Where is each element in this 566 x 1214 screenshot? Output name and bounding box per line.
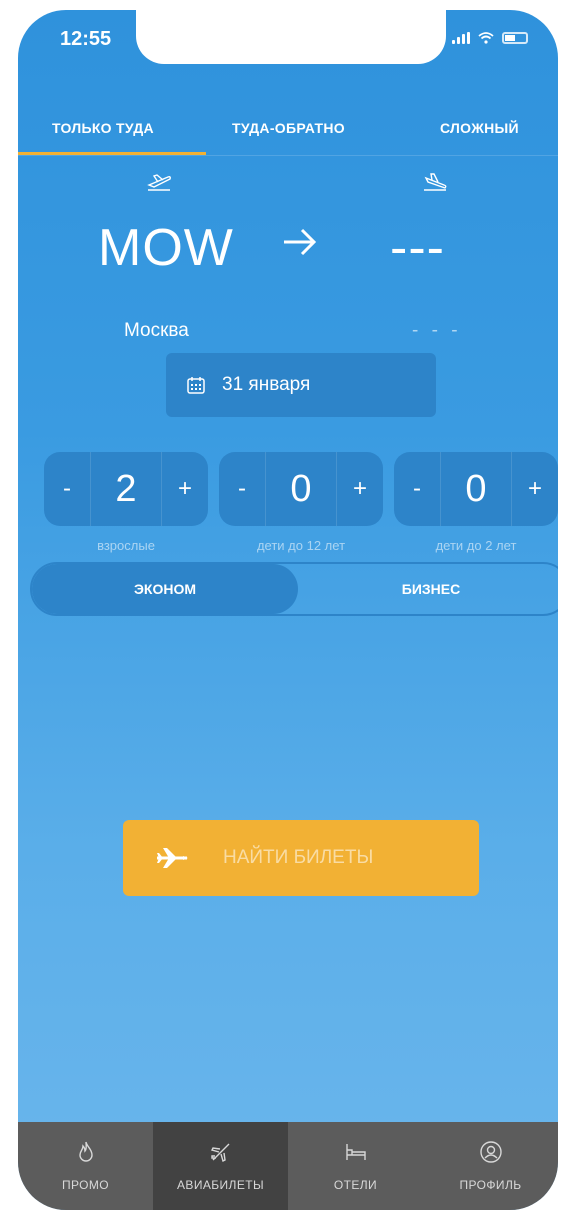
origin-code[interactable]: MOW <box>98 218 234 278</box>
children-count: 0 <box>265 452 337 526</box>
date-label: 31 января <box>222 374 311 395</box>
active-tab-indicator <box>18 152 206 155</box>
arrow-right-icon <box>284 228 317 256</box>
infants-increment-button[interactable]: + <box>512 452 558 526</box>
status-icons <box>452 32 528 44</box>
user-circle-icon <box>479 1141 502 1163</box>
trip-type-tabs: ТОЛЬКО ТУДА ТУДА-ОБРАТНО СЛОЖНЫЙ <box>18 108 558 158</box>
calendar-icon <box>187 377 205 394</box>
bottom-navigation: ПРОМО АВИАБИЛЕТЫ ОТЕЛИ ПРОФИЛЬ <box>18 1122 558 1210</box>
adults-count: 2 <box>90 452 162 526</box>
class-business-option[interactable]: БИЗНЕС <box>298 564 558 614</box>
adults-decrement-button[interactable]: - <box>44 452 90 526</box>
nav-label-promo: ПРОМО <box>61 1178 110 1192</box>
status-time: 12:55 <box>60 28 112 50</box>
airplane-icon <box>157 848 188 868</box>
signal-icon <box>452 32 470 44</box>
tab-round-trip[interactable]: ТУДА-ОБРАТНО <box>232 120 345 136</box>
nav-label-flights: АВИАБИЛЕТЫ <box>177 1178 264 1192</box>
bed-icon <box>345 1144 366 1160</box>
nav-label-profile: ПРОФИЛЬ <box>459 1178 522 1192</box>
class-econom-option[interactable]: ЭКОНОМ <box>32 564 298 614</box>
nav-item-flights[interactable]: АВИАБИЛЕТЫ <box>153 1122 288 1210</box>
battery-icon <box>502 32 528 44</box>
infants-count: 0 <box>440 452 512 526</box>
infants-stepper: - 0 + <box>394 452 558 526</box>
nav-item-profile[interactable]: ПРОФИЛЬ <box>423 1122 558 1210</box>
adults-stepper: - 2 + <box>44 452 208 526</box>
landing-icon <box>424 173 447 191</box>
origin-city[interactable]: Москва <box>124 320 189 342</box>
nav-label-hotels: ОТЕЛИ <box>333 1178 378 1192</box>
destination-code[interactable]: --- <box>390 218 445 278</box>
takeoff-icon <box>147 174 171 191</box>
nav-item-promo[interactable]: ПРОМО <box>18 1122 153 1210</box>
children-label: дети до 12 лет <box>256 538 346 553</box>
wifi-icon <box>478 32 494 44</box>
date-picker-button[interactable]: 31 января <box>166 353 436 417</box>
children-stepper: - 0 + <box>219 452 383 526</box>
children-increment-button[interactable]: + <box>337 452 383 526</box>
adults-label: взрослые <box>97 538 155 553</box>
adults-increment-button[interactable]: + <box>162 452 208 526</box>
search-tickets-label: НАЙТИ БИЛЕТЫ <box>223 847 374 868</box>
tab-one-way[interactable]: ТОЛЬКО ТУДА <box>52 120 154 136</box>
tabs-divider <box>18 155 558 156</box>
airplane-icon <box>210 1143 229 1163</box>
travel-class-toggle: ЭКОНОМ БИЗНЕС <box>30 562 558 616</box>
infants-decrement-button[interactable]: - <box>394 452 440 526</box>
search-tickets-button[interactable]: НАЙТИ БИЛЕТЫ <box>123 820 479 896</box>
app-screen: 12:55 ТОЛЬКО ТУДА ТУДА-ОБРАТНО СЛОЖНЫЙ M… <box>18 10 558 1210</box>
children-decrement-button[interactable]: - <box>219 452 265 526</box>
device-notch <box>136 10 446 64</box>
infants-label: дети до 2 лет <box>435 538 517 553</box>
nav-item-hotels[interactable]: ОТЕЛИ <box>288 1122 423 1210</box>
fire-icon <box>78 1141 93 1162</box>
tab-complex[interactable]: СЛОЖНЫЙ <box>440 120 519 136</box>
destination-city[interactable]: - - - <box>412 320 462 342</box>
